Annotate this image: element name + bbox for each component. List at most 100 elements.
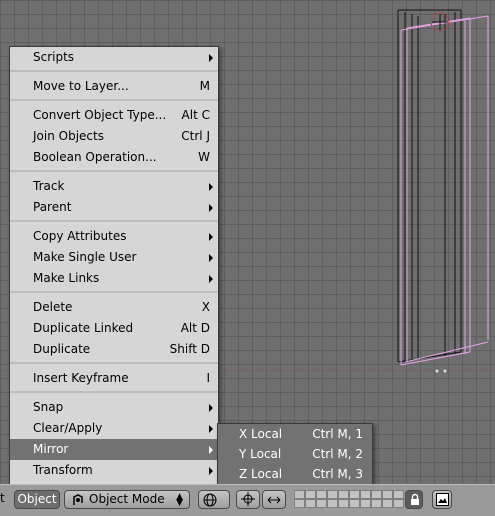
menu-item-parent[interactable]: Parent	[10, 197, 218, 218]
layer-button[interactable]	[371, 499, 382, 508]
layer-button[interactable]	[338, 490, 349, 499]
layer-button[interactable]	[360, 490, 371, 499]
layer-button[interactable]	[327, 499, 338, 508]
layer-button[interactable]	[371, 490, 382, 499]
menu-item-shortcut: Ctrl M, 2	[312, 447, 363, 461]
layer-button[interactable]	[294, 490, 305, 499]
menu-item-label: Mirror	[33, 442, 69, 456]
menu-item-make-single-user[interactable]: Make Single User	[10, 247, 218, 268]
menu-item-track[interactable]: Track	[10, 176, 218, 197]
layer-button[interactable]	[316, 499, 327, 508]
layer-button[interactable]	[305, 499, 316, 508]
viewport-header: t Object Object Mode ▲ ▼	[0, 484, 495, 516]
menu-item-label: Insert Keyframe	[33, 371, 129, 385]
menu-item-shortcut: Ctrl M, 3	[312, 467, 363, 481]
submenu-arrow-icon	[209, 467, 213, 475]
menu-item-label: Track	[33, 179, 65, 193]
menu-item-shortcut: W	[198, 150, 210, 164]
menu-item-label: Copy Attributes	[33, 229, 127, 243]
render-preview-button[interactable]	[432, 490, 452, 509]
draw-type-button[interactable]	[198, 490, 230, 509]
layer-button[interactable]	[327, 490, 338, 499]
menu-item-label: Boolean Operation...	[33, 150, 157, 164]
layer-button[interactable]	[316, 490, 327, 499]
menu-item-shortcut: Shift D	[169, 342, 210, 356]
menu-item-delete[interactable]: Delete X	[10, 297, 218, 318]
image-icon	[436, 493, 449, 506]
menu-item-label: Delete	[33, 300, 73, 314]
menu-item-duplicate[interactable]: Duplicate Shift D	[10, 339, 218, 360]
menu-item-shortcut: Alt D	[180, 321, 210, 335]
layer-button[interactable]	[393, 490, 404, 499]
sphere-wire-icon	[203, 493, 217, 507]
object-menu-button[interactable]: Object	[14, 490, 60, 509]
layer-button[interactable]	[338, 499, 349, 508]
submenu-arrow-icon	[209, 183, 213, 191]
layer-button[interactable]	[393, 499, 404, 508]
object-mode-icon	[73, 494, 83, 505]
menu-item-shortcut: I	[206, 371, 210, 385]
widget-arrows-icon	[267, 496, 281, 504]
layer-buttons-group-1[interactable]	[294, 490, 349, 509]
menu-item-label: X Local	[239, 427, 283, 441]
menu-item-transform[interactable]: Transform	[10, 460, 218, 481]
layer-button[interactable]	[382, 490, 393, 499]
lock-layers-button[interactable]	[405, 490, 423, 509]
menu-item-label: Clear/Apply	[33, 421, 103, 435]
layer-button[interactable]	[360, 499, 371, 508]
menu-item-move-to-layer[interactable]: Move to Layer... M	[10, 76, 218, 97]
mirror-submenu: X Local Ctrl M, 1 Y Local Ctrl M, 2 Z Lo…	[217, 423, 373, 485]
menu-item-x-local[interactable]: X Local Ctrl M, 1	[218, 424, 372, 444]
menu-item-make-links[interactable]: Make Links	[10, 268, 218, 289]
menu-item-convert-object-type[interactable]: Convert Object Type... Alt C	[10, 105, 218, 126]
menu-item-label: Join Objects	[33, 129, 104, 143]
menu-item-shortcut: Ctrl J	[181, 129, 210, 143]
updown-arrows-icon: ▲ ▼	[176, 492, 183, 508]
object-menu: Scripts Move to Layer... M Convert Object T…	[9, 46, 219, 503]
menu-item-shortcut: M	[199, 79, 210, 93]
menu-item-shortcut: Alt C	[181, 108, 210, 122]
submenu-arrow-icon	[209, 446, 213, 454]
submenu-arrow-icon	[209, 404, 213, 412]
pivot-button[interactable]	[236, 490, 260, 509]
submenu-arrow-icon	[209, 54, 213, 62]
menu-item-label: Duplicate	[33, 342, 91, 356]
layer-button[interactable]	[294, 499, 305, 508]
layer-buttons-group-2[interactable]	[349, 490, 404, 509]
submenu-arrow-icon	[209, 275, 213, 283]
menu-item-y-local[interactable]: Y Local Ctrl M, 2	[218, 444, 372, 464]
menu-item-mirror[interactable]: Mirror	[10, 439, 218, 460]
menu-item-shortcut: X	[201, 300, 210, 314]
menu-item-clear-apply[interactable]: Clear/Apply	[10, 418, 218, 439]
mode-select[interactable]: Object Mode ▲ ▼	[64, 490, 190, 509]
menu-item-duplicate-linked[interactable]: Duplicate Linked Alt D	[10, 318, 218, 339]
transform-widget-button[interactable]	[262, 490, 286, 509]
header-truncated-label: t	[0, 491, 5, 505]
menu-item-label: Y Local	[239, 447, 282, 461]
menu-item-copy-attributes[interactable]: Copy Attributes	[10, 226, 218, 247]
menu-item-label: Scripts	[33, 50, 75, 64]
menu-item-shortcut: Ctrl M, 1	[312, 427, 363, 441]
menu-item-join-objects[interactable]: Join Objects Ctrl J	[10, 126, 218, 147]
menu-item-boolean-operation[interactable]: Boolean Operation... W	[10, 147, 218, 168]
menu-item-label: Move to Layer...	[33, 79, 129, 93]
menu-item-label: Parent	[33, 200, 72, 214]
menu-item-label: Snap	[33, 400, 64, 414]
layer-button[interactable]	[305, 490, 316, 499]
layer-button[interactable]	[349, 490, 360, 499]
lock-icon	[411, 493, 419, 505]
submenu-arrow-icon	[209, 254, 213, 262]
menu-item-insert-keyframe[interactable]: Insert Keyframe I	[10, 368, 218, 389]
layer-button[interactable]	[349, 499, 360, 508]
submenu-arrow-icon	[209, 204, 213, 212]
menu-item-scripts[interactable]: Scripts	[10, 47, 218, 68]
layer-button[interactable]	[382, 499, 393, 508]
menu-item-snap[interactable]: Snap	[10, 397, 218, 418]
mode-select-value: Object Mode	[89, 492, 165, 506]
menu-item-label: Make Links	[33, 271, 100, 285]
submenu-arrow-icon	[209, 233, 213, 241]
pivot-icon	[241, 492, 255, 506]
menu-item-label: Z Local	[239, 467, 283, 481]
menu-item-z-local[interactable]: Z Local Ctrl M, 3	[218, 464, 372, 484]
menu-item-label: Convert Object Type...	[33, 108, 167, 122]
